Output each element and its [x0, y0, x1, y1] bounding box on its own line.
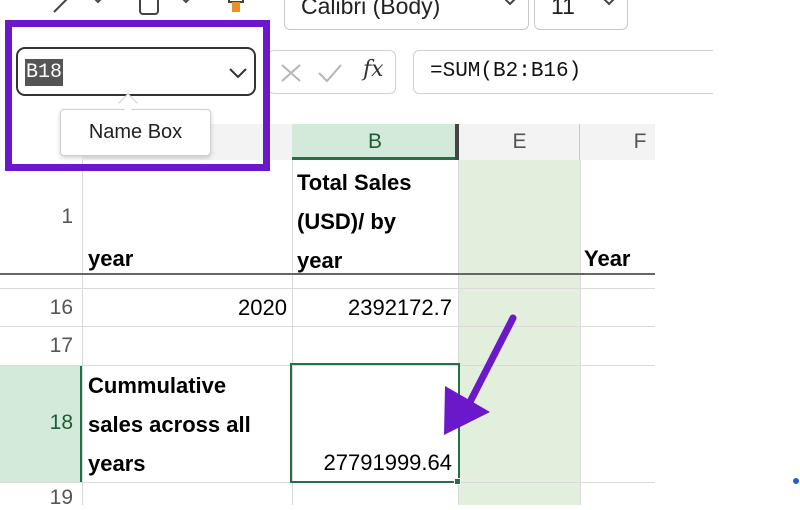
cell-b1-line: year: [297, 248, 343, 273]
cell-f1[interactable]: Year: [584, 246, 631, 272]
clipboard-icon[interactable]: [136, 0, 206, 18]
column-header-e[interactable]: E: [459, 124, 580, 160]
gridline: [0, 288, 655, 289]
formula-text: =SUM(B2:B16): [430, 60, 582, 83]
font-name-value: Calibri (Body): [301, 0, 441, 19]
scroll-indicator-dot: [793, 478, 799, 484]
chevron-down-icon: [504, 0, 516, 6]
row-header-18[interactable]: 18: [0, 411, 82, 435]
formula-input[interactable]: =SUM(B2:B16): [413, 50, 713, 94]
font-size-dropdown[interactable]: 11: [534, 0, 628, 30]
cell-a16[interactable]: 2020: [82, 295, 287, 321]
chevron-down-icon: [603, 0, 615, 6]
annotation-highlight-box: [5, 20, 270, 171]
insert-function-icon[interactable]: fx: [363, 57, 384, 82]
gridline: [580, 160, 581, 505]
gridline: [0, 326, 655, 327]
cell-a18-line: years: [88, 451, 146, 476]
gridline: [82, 160, 83, 505]
header-divider: [579, 124, 580, 160]
font-size-value: 11: [551, 0, 575, 19]
row-header-19[interactable]: 19: [0, 486, 82, 510]
row-header-16[interactable]: 16: [0, 296, 82, 320]
fill-handle[interactable]: [454, 478, 461, 485]
cell-b1-line: (USD)/ by: [297, 209, 396, 234]
cell-a18-line: sales across all: [88, 412, 251, 437]
fill-color-icon[interactable]: [226, 0, 248, 16]
cancel-icon[interactable]: [279, 62, 303, 84]
cell-b1[interactable]: Total Sales (USD)/ by year: [297, 163, 457, 280]
cell-b18-value: 27791999.64: [323, 450, 452, 475]
row-header-17[interactable]: 17: [0, 334, 82, 358]
annotation-arrow-icon: [444, 314, 517, 435]
font-name-dropdown[interactable]: Calibri (Body): [284, 0, 529, 30]
cell-a18-line: Cummulative: [88, 373, 227, 398]
blank-area: [655, 40, 800, 505]
column-header-b[interactable]: B: [292, 124, 458, 160]
enter-check-icon[interactable]: [317, 62, 343, 84]
cell-a1[interactable]: year: [88, 246, 133, 272]
formula-controls: fx: [268, 50, 396, 94]
format-painter-icon[interactable]: [48, 0, 118, 18]
cell-a18[interactable]: Cummulative sales across all years: [88, 366, 288, 483]
cell-b1-line: Total Sales: [297, 170, 412, 195]
row-header-1[interactable]: 1: [0, 205, 82, 229]
